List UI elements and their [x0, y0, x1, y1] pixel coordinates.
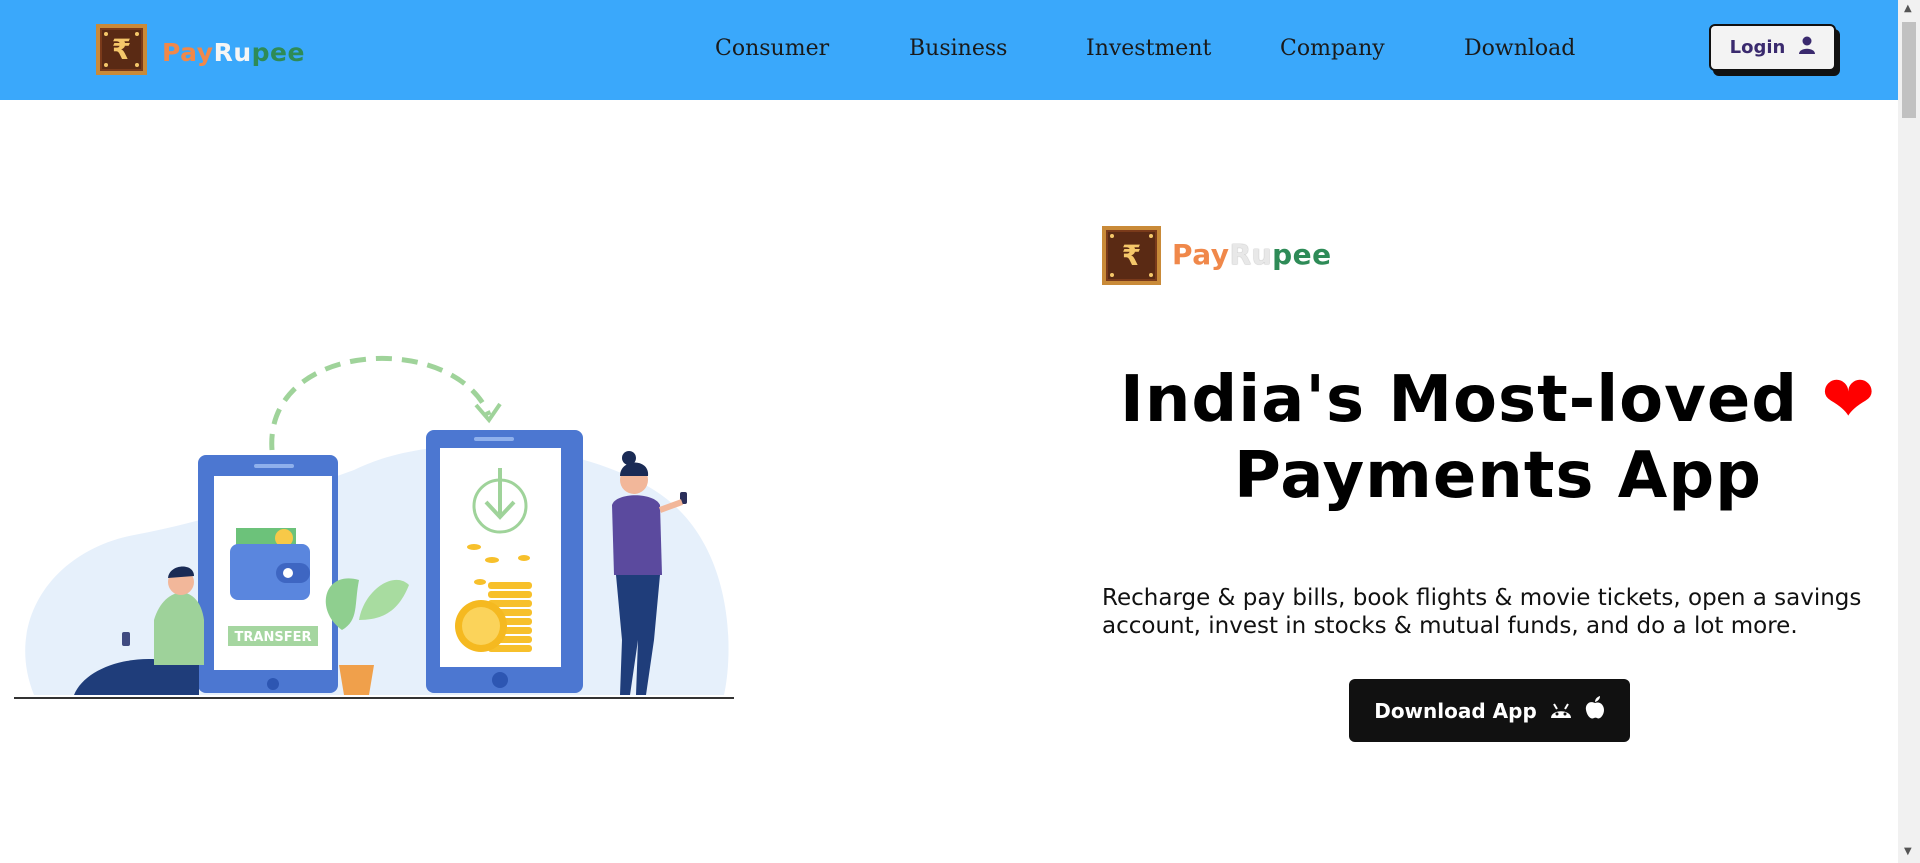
scroll-thumb[interactable] — [1902, 22, 1916, 118]
user-icon — [1799, 36, 1816, 59]
transfer-label: TRANSFER — [235, 630, 312, 645]
nav-download[interactable]: Download — [1464, 36, 1575, 61]
nav-company[interactable]: Company — [1280, 36, 1385, 61]
scroll-down-arrow-icon[interactable]: ▼ — [1904, 846, 1912, 857]
heart-icon: ❤ — [1821, 363, 1876, 437]
download-app-button[interactable]: Download App — [1349, 679, 1630, 742]
hero-logo-icon: ₹ — [1102, 226, 1161, 285]
scrollbar[interactable] — [1898, 0, 1920, 863]
rupee-symbol: ₹ — [1121, 239, 1142, 272]
logo-icon[interactable]: ₹ — [96, 24, 147, 75]
download-app-label: Download App — [1374, 698, 1537, 723]
hero-title: India's Most-loved ❤ Payments App — [1108, 362, 1888, 514]
apple-icon — [1585, 696, 1605, 725]
login-label: Login — [1729, 37, 1786, 58]
nav-investment[interactable]: Investment — [1086, 36, 1211, 61]
scroll-up-arrow-icon[interactable]: ▲ — [1904, 3, 1912, 14]
hero-title-line1: India's Most-loved — [1120, 363, 1799, 437]
payment-transfer-illustration: TRANSFER — [14, 355, 734, 699]
hero-title-line2: Payments App — [1234, 439, 1762, 513]
rupee-symbol: ₹ — [111, 33, 132, 66]
android-icon — [1549, 699, 1573, 723]
nav-consumer[interactable]: Consumer — [715, 36, 829, 61]
hero-brand-name: PayRupee — [1172, 238, 1332, 271]
login-button[interactable]: Login — [1709, 24, 1836, 71]
top-navbar: ₹ PayRupee Consumer Business Investment … — [0, 0, 1898, 100]
brand-name[interactable]: PayRupee — [162, 38, 305, 67]
nav-business[interactable]: Business — [909, 36, 1007, 61]
hero-description: Recharge & pay bills, book flights & mov… — [1102, 585, 1862, 639]
